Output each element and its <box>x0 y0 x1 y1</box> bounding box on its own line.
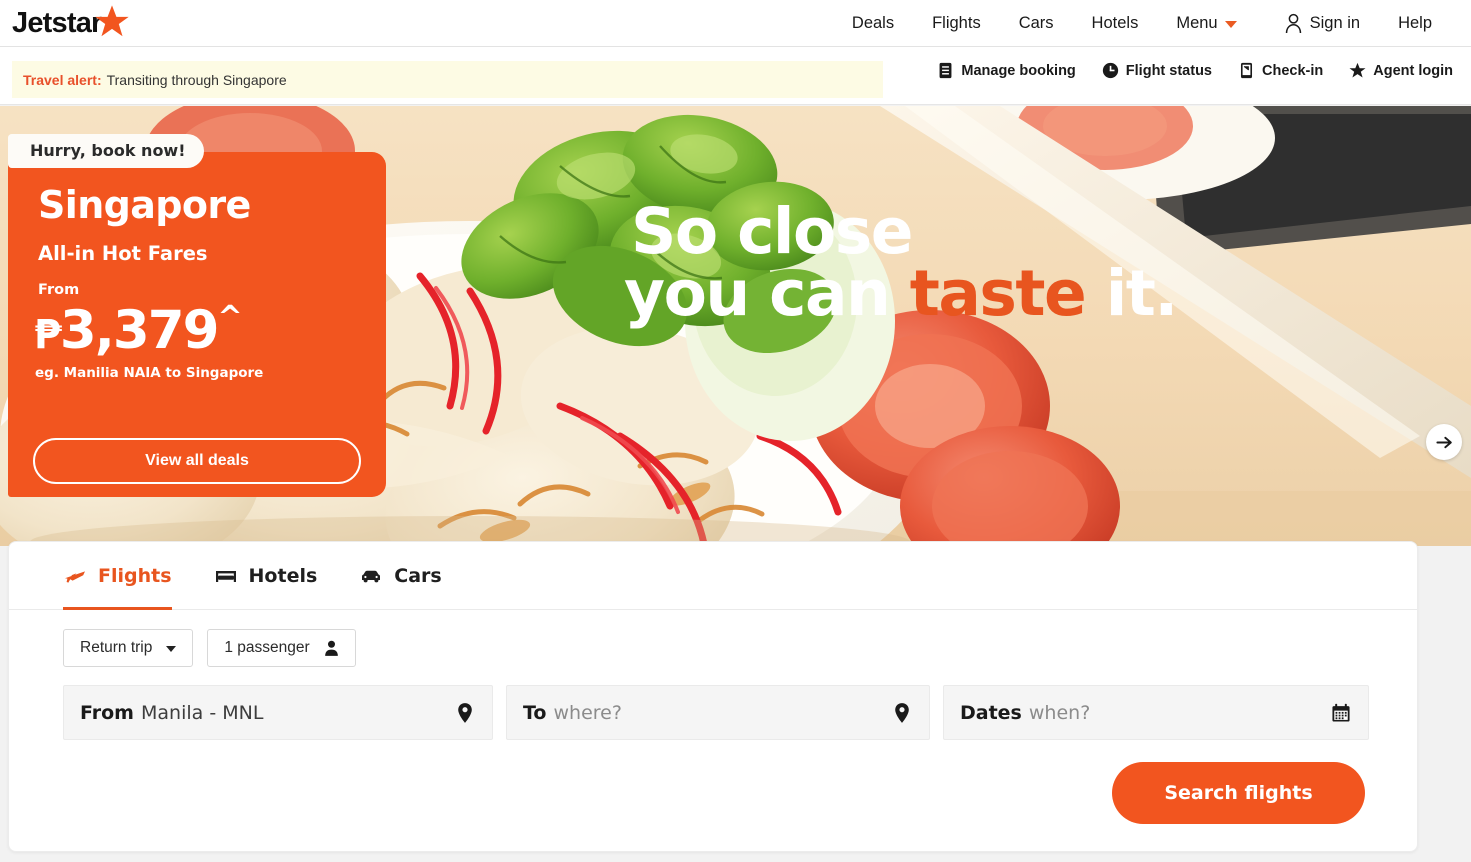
nav-menu[interactable]: Menu <box>1176 13 1237 33</box>
agent-login-link[interactable]: Agent login <box>1349 62 1453 79</box>
travel-alert-banner[interactable]: Travel alert: Transiting through Singapo… <box>12 61 883 98</box>
hero-headline-line2-part2: it. <box>1085 257 1179 331</box>
destination-label: To <box>523 701 547 724</box>
document-icon <box>939 62 952 79</box>
location-pin-icon <box>458 702 472 723</box>
sign-in-button[interactable]: Sign in <box>1284 13 1360 34</box>
destination-placeholder: where? <box>553 701 622 724</box>
top-nav-links: Deals Flights Cars Hotels Menu Sign in H… <box>833 0 1471 47</box>
tab-flights[interactable]: Flights <box>63 542 172 610</box>
dates-field[interactable]: Dates when? <box>943 685 1369 740</box>
nav-flights-label: Flights <box>932 13 981 32</box>
manage-booking-label: Manage booking <box>961 62 1076 79</box>
bed-icon <box>215 570 236 582</box>
promo-city: Singapore <box>38 183 251 227</box>
view-all-deals-button[interactable]: View all deals <box>33 438 361 484</box>
promo-price-value: 3,379 <box>59 300 220 361</box>
star-icon <box>1349 62 1366 78</box>
search-tabs: Flights Hotels Cars <box>9 542 1417 610</box>
tab-cars[interactable]: Cars <box>359 542 442 610</box>
person-icon <box>1285 13 1301 33</box>
clock-icon <box>1102 62 1118 79</box>
travel-alert-label: Travel alert: <box>23 71 102 88</box>
flight-status-label: Flight status <box>1125 62 1212 79</box>
promo-from-label: From <box>38 282 80 298</box>
top-navigation-bar: Jetstar Deals Flights Cars Hotels Menu S… <box>0 0 1471 47</box>
promo-example-route: eg. Manilia NAIA to Singapore <box>35 365 264 381</box>
mobile-checkin-icon <box>1240 62 1253 79</box>
hero-headline-line2-part1: you can <box>624 257 910 331</box>
carousel-next-button[interactable] <box>1426 424 1462 460</box>
flight-search-panel: Flights Hotels Cars Return trip 1 passen… <box>8 541 1418 852</box>
manage-booking-link[interactable]: Manage booking <box>937 62 1076 79</box>
passenger-value: 1 passenger <box>224 639 310 656</box>
promo-price-superscript: ^ <box>217 300 243 335</box>
nav-flights[interactable]: Flights <box>932 14 981 33</box>
plane-icon <box>65 570 85 583</box>
help-button[interactable]: Help <box>1398 14 1432 33</box>
sign-in-label: Sign in <box>1309 13 1361 32</box>
search-flights-button[interactable]: Search flights <box>1112 762 1365 824</box>
search-controls-row: Return trip 1 passenger <box>9 610 1417 667</box>
tab-cars-label: Cars <box>394 564 442 587</box>
chevron-down-icon <box>166 646 177 652</box>
nav-menu-label: Menu <box>1176 13 1218 32</box>
arrow-right-icon <box>1435 436 1452 448</box>
jetstar-logo[interactable]: Jetstar <box>12 0 129 47</box>
hero-headline-line2: you can taste it. <box>624 262 1391 325</box>
quick-links: Manage booking Flight status Check-in Ag… <box>911 62 1453 79</box>
origin-value: Manila - MNL <box>141 701 264 724</box>
origin-label: From <box>80 701 134 724</box>
agent-login-label: Agent login <box>1373 62 1453 79</box>
tab-hotels-label: Hotels <box>248 564 318 587</box>
travel-alert-text: Transiting through Singapore <box>106 71 287 88</box>
search-submit-row: Search flights <box>9 740 1417 824</box>
trip-type-value: Return trip <box>80 639 153 656</box>
car-icon <box>362 570 381 582</box>
calendar-icon <box>1332 703 1350 722</box>
help-label: Help <box>1398 13 1432 32</box>
check-in-label: Check-in <box>1262 62 1324 79</box>
origin-field[interactable]: From Manila - MNL <box>63 685 493 740</box>
promo-price: ₱3,379^ <box>34 300 243 361</box>
logo-text: Jetstar <box>12 6 102 39</box>
dates-placeholder: when? <box>1028 701 1091 724</box>
passenger-selector[interactable]: 1 passenger <box>207 629 356 667</box>
promo-subtitle: All-in Hot Fares <box>38 242 208 265</box>
promo-badge: Hurry, book now! <box>8 134 204 168</box>
nav-cars[interactable]: Cars <box>1019 14 1054 33</box>
trip-type-selector[interactable]: Return trip <box>63 629 194 667</box>
destination-field[interactable]: To where? <box>506 685 930 740</box>
hero-headline: So close you can taste it. <box>624 200 1391 326</box>
person-icon <box>324 640 338 656</box>
location-pin-icon <box>895 702 909 723</box>
star-icon <box>94 5 129 37</box>
flight-status-link[interactable]: Flight status <box>1102 62 1212 79</box>
nav-deals[interactable]: Deals <box>852 14 894 33</box>
promo-card[interactable]: Singapore All-in Hot Fares From ₱3,379^ … <box>8 152 386 497</box>
nav-hotels[interactable]: Hotels <box>1092 14 1139 33</box>
hero-headline-accent-word: taste <box>909 257 1087 331</box>
nav-deals-label: Deals <box>851 13 895 32</box>
check-in-link[interactable]: Check-in <box>1238 62 1323 79</box>
nav-hotels-label: Hotels <box>1091 13 1139 32</box>
tab-hotels[interactable]: Hotels <box>214 542 318 610</box>
dates-label: Dates <box>960 701 1022 724</box>
chevron-down-icon <box>1224 21 1237 28</box>
search-fields-row: From Manila - MNL To where? Dates when? <box>9 667 1417 740</box>
nav-cars-label: Cars <box>1018 13 1054 32</box>
currency-symbol: ₱ <box>34 312 62 358</box>
tab-flights-label: Flights <box>98 564 172 587</box>
